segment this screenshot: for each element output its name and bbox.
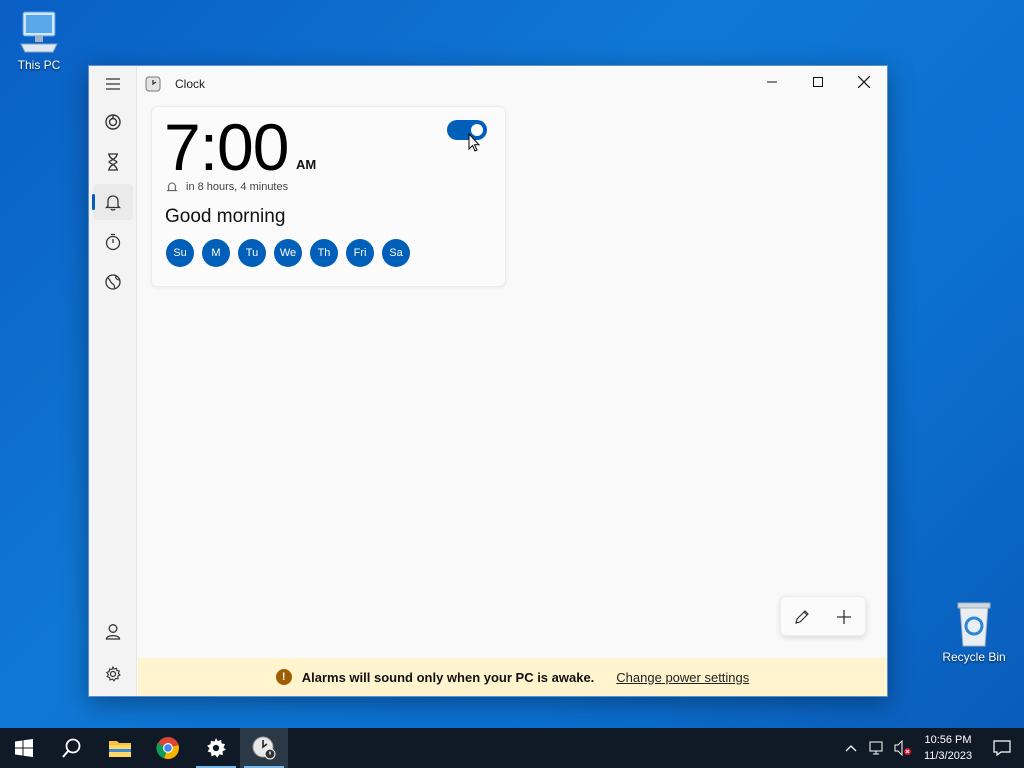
window-title: Clock xyxy=(175,77,206,91)
desktop-icon-this-pc[interactable]: This PC xyxy=(3,10,75,72)
speaker-muted-icon xyxy=(894,740,911,756)
alarm-name: Good morning xyxy=(165,206,286,227)
volume-button[interactable] xyxy=(890,728,916,768)
notification-icon xyxy=(993,740,1011,756)
clock-app-icon xyxy=(252,736,276,760)
nav-item-settings[interactable] xyxy=(93,656,133,692)
alarm-toggle[interactable] xyxy=(447,120,487,140)
desktop-icon-label: This PC xyxy=(17,58,61,72)
focus-icon xyxy=(105,114,121,130)
network-icon xyxy=(869,741,883,755)
edit-alarms-button[interactable] xyxy=(781,597,823,637)
hamburger-menu-button[interactable] xyxy=(93,66,133,102)
search-button[interactable] xyxy=(48,728,96,768)
nav-item-world-clock[interactable] xyxy=(93,264,133,300)
windows-logo-icon xyxy=(15,739,33,757)
start-button[interactable] xyxy=(0,728,48,768)
nav-pane xyxy=(89,66,137,696)
nav-item-focus-sessions[interactable] xyxy=(93,104,133,140)
maximize-icon xyxy=(813,77,823,87)
mouse-cursor-icon xyxy=(468,133,480,152)
show-hidden-icons-button[interactable] xyxy=(838,728,864,768)
network-button[interactable] xyxy=(864,728,890,768)
info-message: Alarms will sound only when your PC is a… xyxy=(301,669,595,685)
taskbar: 10:56 PM 11/3/2023 xyxy=(0,728,1024,768)
bell-icon xyxy=(105,195,121,211)
plus-icon xyxy=(837,610,851,624)
change-power-settings-link[interactable]: Change power settings xyxy=(616,670,749,685)
bell-icon xyxy=(166,182,178,192)
gear-icon xyxy=(105,666,121,682)
clock-window: Clock 7:00 AM in 8 hours, 4 minutes Good… xyxy=(88,65,888,697)
title-bar[interactable]: Clock xyxy=(137,66,887,102)
day-chip: Tu xyxy=(238,239,266,267)
power-info-bar: ! Alarms will sound only when your PC is… xyxy=(138,658,887,696)
desktop-icon-recycle-bin[interactable]: Recycle Bin xyxy=(938,600,1010,664)
window-controls xyxy=(749,66,887,98)
pencil-icon xyxy=(795,610,809,624)
chevron-up-icon xyxy=(845,745,857,752)
gear-icon xyxy=(207,738,226,758)
add-alarm-button[interactable] xyxy=(823,597,865,637)
system-tray: 10:56 PM 11/3/2023 xyxy=(838,728,1024,768)
person-icon xyxy=(105,624,121,640)
minimize-icon xyxy=(767,81,777,83)
day-chip: Fri xyxy=(346,239,374,267)
taskbar-clock-readout[interactable]: 10:56 PM 11/3/2023 xyxy=(916,732,980,764)
minimize-button[interactable] xyxy=(749,66,795,98)
clock-app-icon xyxy=(145,76,161,92)
taskbar-date: 11/3/2023 xyxy=(923,750,973,762)
folder-icon xyxy=(109,741,131,757)
computer-icon xyxy=(20,11,58,53)
day-chip: Th xyxy=(310,239,338,267)
day-chip: Su xyxy=(166,239,194,267)
alarm-days: Su M Tu We Th Fri Sa xyxy=(166,239,410,267)
recycle-bin-icon xyxy=(957,602,991,647)
maximize-button[interactable] xyxy=(795,66,841,98)
globe-icon xyxy=(105,274,121,290)
alarm-ampm: AM xyxy=(296,157,317,172)
nav-item-stopwatch[interactable] xyxy=(93,224,133,260)
taskbar-chrome[interactable] xyxy=(144,728,192,768)
close-button[interactable] xyxy=(841,66,887,98)
alarm-time: 7:00 xyxy=(164,110,289,184)
hamburger-icon xyxy=(106,78,120,90)
action-center-button[interactable] xyxy=(980,728,1024,768)
alarm-remaining: in 8 hours, 4 minutes xyxy=(166,181,288,193)
alarm-card[interactable]: 7:00 AM in 8 hours, 4 minutes Good morni… xyxy=(151,106,506,287)
chrome-icon xyxy=(156,737,179,760)
nav-item-timer[interactable] xyxy=(93,144,133,180)
hourglass-icon xyxy=(108,153,118,171)
day-chip: We xyxy=(274,239,302,267)
day-chip: Sa xyxy=(382,239,410,267)
desktop-icon-label: Recycle Bin xyxy=(942,650,1006,664)
alarm-remaining-text: in 8 hours, 4 minutes xyxy=(186,181,289,193)
taskbar-clock[interactable] xyxy=(240,728,288,768)
taskbar-settings[interactable] xyxy=(192,728,240,768)
taskbar-time: 10:56 PM xyxy=(924,734,972,746)
stopwatch-icon xyxy=(105,233,121,251)
warning-icon: ! xyxy=(275,669,292,685)
nav-item-account[interactable] xyxy=(93,614,133,650)
close-icon xyxy=(858,76,870,88)
search-icon xyxy=(62,738,81,758)
nav-item-alarm[interactable] xyxy=(92,184,133,220)
day-chip: M xyxy=(202,239,230,267)
taskbar-file-explorer[interactable] xyxy=(96,728,144,768)
alarm-actions xyxy=(780,596,866,636)
